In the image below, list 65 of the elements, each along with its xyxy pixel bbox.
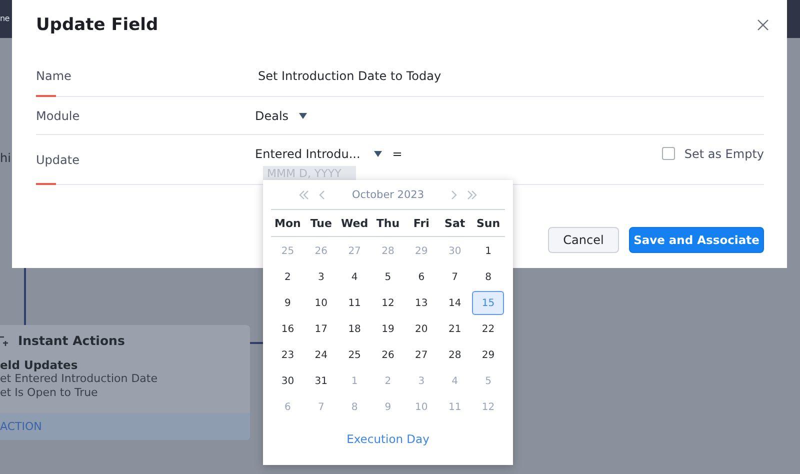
- weekday-label: Tue: [309, 216, 333, 230]
- day-cell[interactable]: 9: [272, 291, 304, 315]
- weekday-label: Mon: [274, 216, 302, 230]
- caret-icon[interactable]: [374, 150, 382, 156]
- save-button[interactable]: Save and Associate: [629, 227, 764, 253]
- connector-line: [24, 268, 26, 326]
- day-cell[interactable]: 6: [405, 265, 438, 289]
- day-cell[interactable]: 19: [372, 317, 404, 341]
- day-cell[interactable]: 3: [305, 265, 338, 289]
- field-label: Name: [36, 68, 72, 82]
- day-cell[interactable]: 21: [438, 317, 471, 341]
- field-select[interactable]: Entered Introdu...: [255, 146, 360, 160]
- day-cell[interactable]: 23: [272, 343, 304, 367]
- day-cell[interactable]: 2: [272, 265, 304, 289]
- weekday-label: Wed: [340, 216, 370, 230]
- day-cell[interactable]: 1: [472, 239, 504, 263]
- weekday-label: Thu: [375, 216, 401, 230]
- day-cell[interactable]: 26: [372, 343, 404, 367]
- top-bar-text: ne: [0, 14, 10, 23]
- last-icon[interactable]: [466, 190, 478, 200]
- day-cell[interactable]: 22: [472, 317, 504, 341]
- day-cell[interactable]: 10: [305, 291, 338, 315]
- day-cell[interactable]: 20: [405, 317, 438, 341]
- field-label: Module: [36, 108, 80, 122]
- day-cell[interactable]: 16: [272, 317, 304, 341]
- cancel-button[interactable]: Cancel: [548, 227, 619, 253]
- background-text: hi: [0, 151, 11, 165]
- day-cell[interactable]: 17: [305, 317, 338, 341]
- checkbox-label: Set as Empty: [684, 146, 764, 160]
- day-cell[interactable]: 30: [272, 369, 304, 393]
- card-title: Instant Actions: [18, 333, 125, 348]
- card-line: et Is Open to True: [0, 386, 99, 400]
- equals-sign: =: [392, 146, 402, 160]
- caret-icon[interactable]: [298, 112, 307, 118]
- sparkle-icon: [0, 334, 8, 346]
- day-cell[interactable]: 11: [338, 291, 371, 315]
- day-cell[interactable]: 13: [405, 291, 438, 315]
- day-cell[interactable]: 4: [338, 265, 371, 289]
- day-cell[interactable]: 28: [438, 343, 471, 367]
- first-icon[interactable]: [298, 190, 310, 200]
- field-label: Update: [36, 152, 80, 166]
- connector-line: [250, 342, 264, 344]
- weekday-label: Sun: [475, 216, 502, 230]
- day-cell[interactable]: 8: [472, 265, 504, 289]
- day-cell[interactable]: 14: [438, 291, 471, 315]
- dialog-title: Update Field: [36, 15, 158, 35]
- name-value: Set Introduction Date to Today: [258, 68, 442, 82]
- day-cell[interactable]: 29: [472, 343, 504, 367]
- day-cell[interactable]: 7: [438, 265, 471, 289]
- day-cell[interactable]: 31: [305, 369, 338, 393]
- card-heading: eld Updates: [0, 358, 79, 372]
- day-cell[interactable]: 27: [405, 343, 438, 367]
- day-cell[interactable]: 25: [338, 343, 371, 367]
- month-label: October 2023: [352, 188, 424, 200]
- day-cell[interactable]: 5: [372, 265, 404, 289]
- weekday-label: Sat: [444, 216, 466, 230]
- day-cell[interactable]: 12: [372, 291, 404, 315]
- checkbox[interactable]: [662, 147, 676, 160]
- execution-day-link[interactable]: Execution Day: [346, 432, 430, 446]
- weekday-label: Fri: [412, 216, 430, 230]
- day-cell[interactable]: 18: [338, 317, 371, 341]
- close-button[interactable]: [756, 18, 770, 32]
- card-line: et Entered Introduction Date: [0, 372, 159, 386]
- day-cell[interactable]: 24: [305, 343, 338, 367]
- module-select[interactable]: Deals: [255, 108, 289, 122]
